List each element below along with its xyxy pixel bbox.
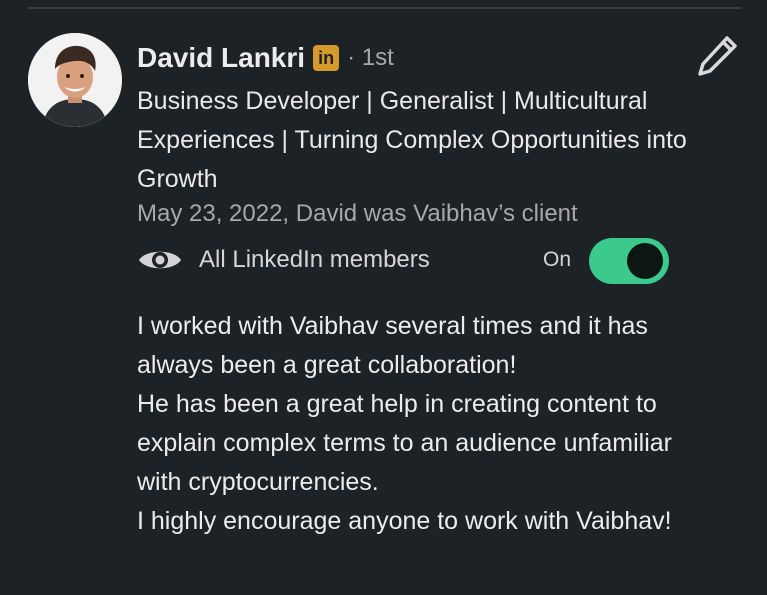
toggle-state-label: On bbox=[543, 248, 572, 271]
author-headline: Business Developer | Generalist | Multic… bbox=[137, 87, 687, 193]
author-header: David Lankri in · 1st bbox=[137, 38, 394, 78]
recommendation-date-relation: May 23, 2022, David was Vaibhav’s client bbox=[137, 200, 578, 227]
connection-degree: · 1st bbox=[347, 44, 394, 71]
visibility-label: All LinkedIn members bbox=[199, 246, 430, 273]
pencil-icon[interactable] bbox=[694, 33, 740, 79]
avatar-photo bbox=[28, 33, 122, 127]
avatar[interactable] bbox=[28, 33, 122, 127]
top-divider bbox=[28, 7, 741, 9]
linkedin-icon: in bbox=[313, 45, 340, 71]
eye-icon bbox=[137, 246, 183, 274]
toggle-knob bbox=[627, 243, 663, 279]
visibility-row: All LinkedIn members On bbox=[137, 238, 672, 284]
recommendation-text: I worked with Vaibhav several times and … bbox=[137, 307, 697, 541]
recommendation-line: I worked with Vaibhav several times and … bbox=[137, 312, 648, 379]
recommendation-line: He has been a great help in creating con… bbox=[137, 390, 672, 496]
recommendation-line: I highly encourage anyone to work with V… bbox=[137, 507, 672, 535]
visibility-toggle[interactable] bbox=[589, 238, 669, 284]
author-name[interactable]: David Lankri bbox=[137, 42, 305, 74]
